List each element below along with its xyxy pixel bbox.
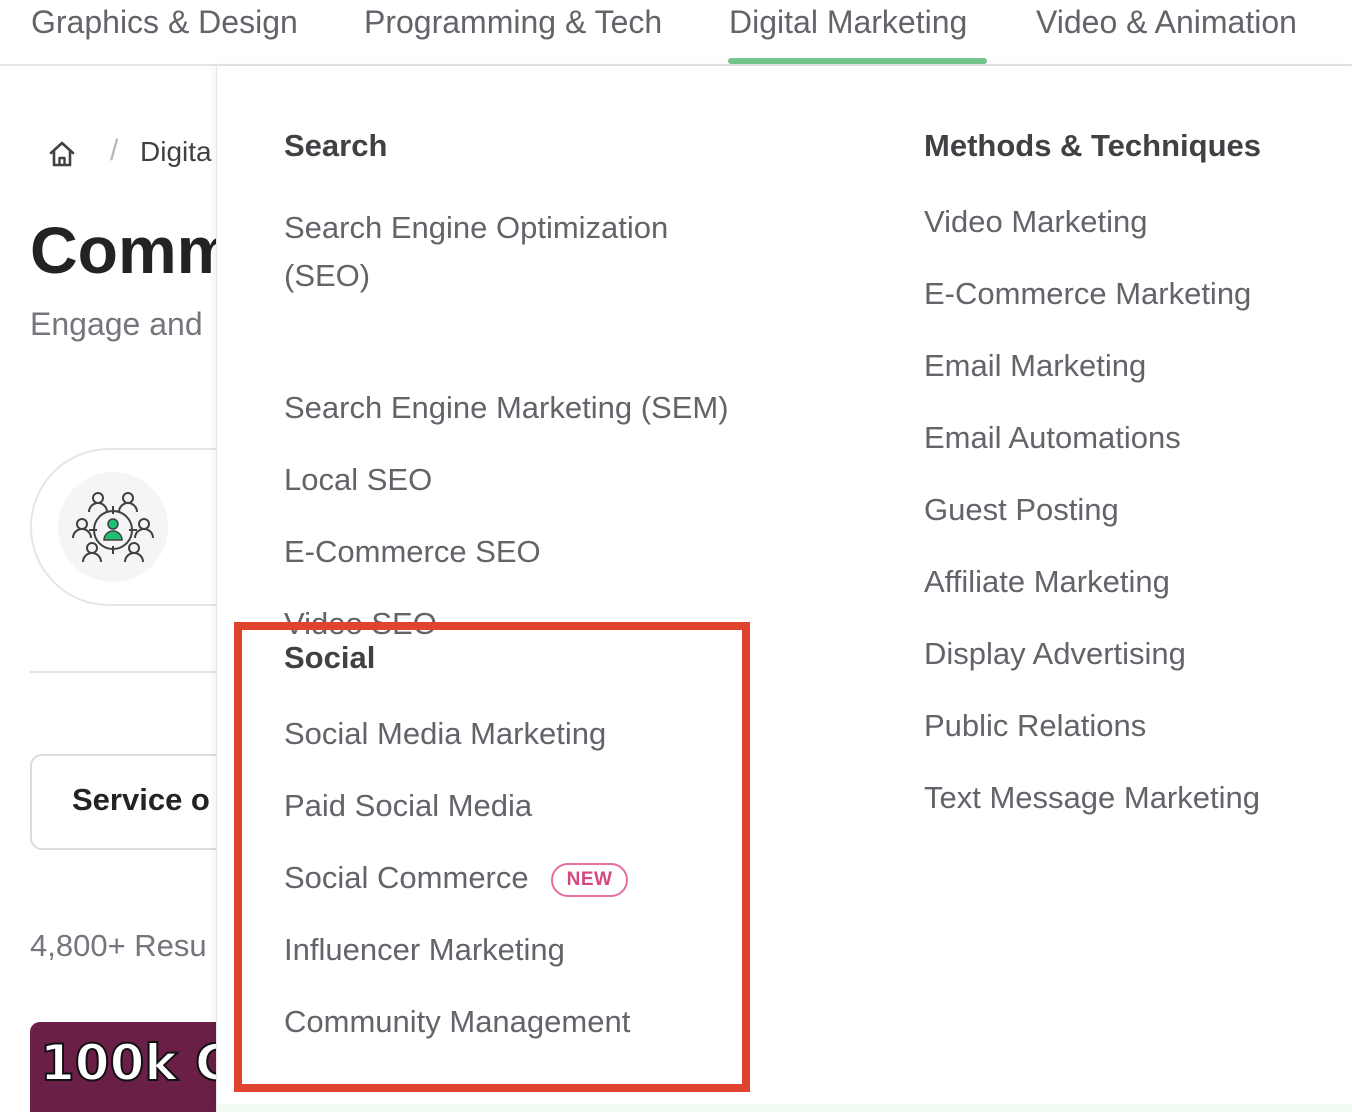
menu-link-ecommerce-marketing[interactable]: E-Commerce Marketing bbox=[924, 270, 1251, 318]
menu-link-influencer-marketing[interactable]: Influencer Marketing bbox=[284, 926, 565, 974]
filter-label: Service o bbox=[72, 782, 210, 817]
page-title: Comm bbox=[30, 213, 236, 287]
menu-link-social-commerce[interactable]: Social Commerce bbox=[284, 854, 529, 902]
breadcrumb-digital-marketing[interactable]: Digita bbox=[140, 136, 212, 168]
new-badge: NEW bbox=[550, 862, 629, 897]
nav-programming-tech[interactable]: Programming & Tech bbox=[364, 4, 662, 41]
nav-digital-marketing[interactable]: Digital Marketing bbox=[729, 4, 967, 41]
menu-link-display-advertising[interactable]: Display Advertising bbox=[924, 630, 1186, 678]
menu-link-text-message-marketing[interactable]: Text Message Marketing bbox=[924, 774, 1260, 822]
group-title-search: Search bbox=[284, 128, 388, 163]
menu-link-public-relations[interactable]: Public Relations bbox=[924, 702, 1146, 750]
menu-link-community-management[interactable]: Community Management bbox=[284, 998, 630, 1046]
menu-link-guest-posting[interactable]: Guest Posting bbox=[924, 486, 1119, 534]
group-title-social: Social bbox=[284, 640, 376, 675]
group-title-methods: Methods & Techniques bbox=[924, 128, 1262, 163]
menu-link-ecommerce-seo[interactable]: E-Commerce SEO bbox=[284, 528, 541, 576]
menu-link-paid-social-media[interactable]: Paid Social Media bbox=[284, 782, 532, 830]
menu-link-local-seo[interactable]: Local SEO bbox=[284, 456, 432, 504]
menu-link-seo[interactable]: Search Engine Optimization (SEO) bbox=[284, 204, 754, 300]
menu-link-affiliate-marketing[interactable]: Affiliate Marketing bbox=[924, 558, 1170, 606]
card-icon-container bbox=[58, 472, 168, 582]
nav-video-animation[interactable]: Video & Animation bbox=[1036, 4, 1297, 41]
category-nav: Graphics & Design Programming & Tech Dig… bbox=[0, 0, 1352, 66]
results-count: 4,800+ Resu bbox=[30, 928, 207, 963]
menu-link-social-media-marketing[interactable]: Social Media Marketing bbox=[284, 710, 606, 758]
community-target-icon bbox=[72, 492, 154, 563]
menu-link-sem[interactable]: Search Engine Marketing (SEM) bbox=[284, 384, 729, 432]
menu-link-email-automations[interactable]: Email Automations bbox=[924, 414, 1181, 462]
menu-group-methods: Methods & Techniques Video Marketing E-C… bbox=[924, 126, 1344, 815]
home-icon[interactable] bbox=[48, 140, 76, 168]
menu-group-social: Social Social Media Marketing Paid Socia… bbox=[284, 638, 844, 1039]
menu-group-search: Search Search Engine Optimization (SEO) … bbox=[284, 126, 844, 641]
active-tab-indicator bbox=[728, 58, 987, 64]
page-subtitle: Engage and bbox=[30, 306, 203, 342]
digital-marketing-dropdown: Search Search Engine Optimization (SEO) … bbox=[216, 66, 1352, 1112]
nav-graphics-design[interactable]: Graphics & Design bbox=[31, 4, 298, 41]
breadcrumb-separator: / bbox=[110, 134, 119, 167]
menu-link-email-marketing[interactable]: Email Marketing bbox=[924, 342, 1146, 390]
menu-link-video-marketing[interactable]: Video Marketing bbox=[924, 198, 1147, 246]
menu-bottom-strip bbox=[217, 1104, 1352, 1112]
